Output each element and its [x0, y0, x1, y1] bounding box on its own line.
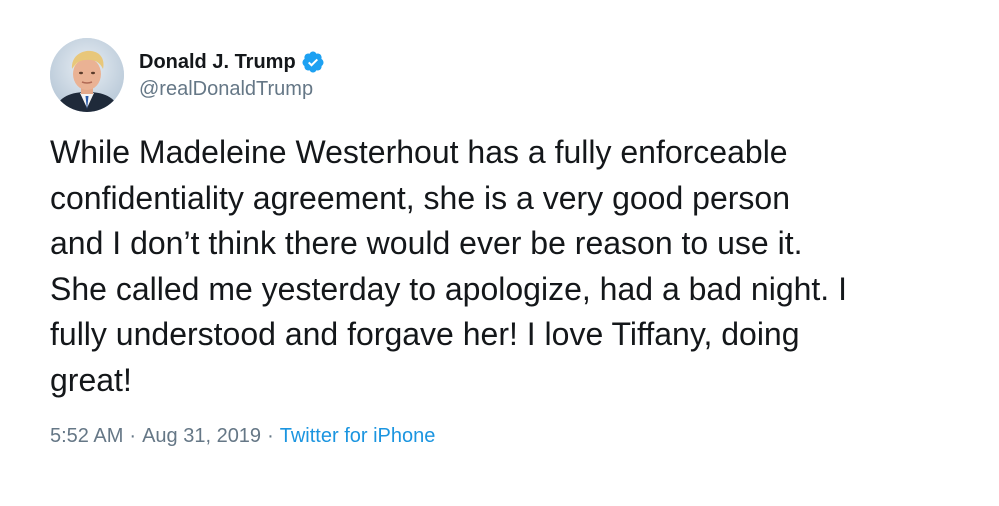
meta-separator: · — [129, 425, 137, 447]
tweet-text-line: confidentiality agreement, she is a very… — [50, 179, 790, 216]
tweet-text-line: fully understood and forgave her! I love… — [50, 316, 800, 352]
tweet-date[interactable]: Aug 31, 2019 — [142, 425, 261, 447]
author-display-name[interactable]: Donald J. Trump — [139, 49, 296, 75]
avatar-photo-icon — [50, 38, 124, 112]
tweet-text-line: great! — [50, 361, 132, 398]
tweet-header: Donald J. Trump @realDonaldTrump — [50, 38, 325, 112]
tweet-time[interactable]: 5:52 AM — [50, 425, 123, 447]
tweet-text: While Madeleine Westerhout has a fully e… — [50, 130, 950, 403]
author-handle[interactable]: @realDonaldTrump — [139, 76, 325, 102]
tweet-text-line: and I don’t think there would ever be re… — [50, 225, 803, 261]
author-identity: Donald J. Trump @realDonaldTrump — [139, 49, 325, 102]
meta-separator: · — [267, 425, 274, 447]
tweet-meta: 5:52 AM · Aug 31, 2019 · Twitter for iPhone — [50, 422, 435, 450]
tweet-text-line: While Madeleine Westerhout has a fully e… — [50, 134, 788, 170]
verified-badge-icon — [301, 50, 325, 74]
avatar[interactable] — [50, 38, 124, 112]
tweet-card: Donald J. Trump @realDonaldTrump While M… — [0, 0, 999, 506]
tweet-source-link[interactable]: Twitter for iPhone — [280, 425, 436, 447]
name-row: Donald J. Trump — [139, 49, 325, 75]
tweet-text-line: She called me yesterday to apologize, ha… — [50, 270, 847, 307]
